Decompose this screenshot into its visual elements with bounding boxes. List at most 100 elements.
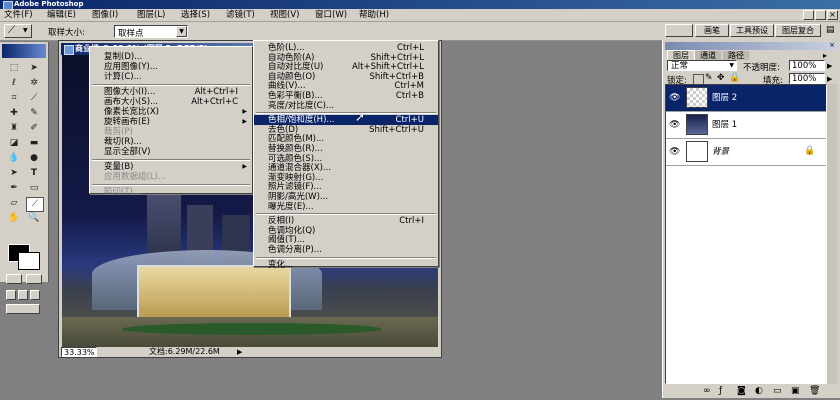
blend-mode-select[interactable]: 正常 ▼: [667, 60, 737, 71]
menu-item[interactable]: 裁切(R)...: [90, 137, 252, 147]
screen-mode-menu-icon[interactable]: [18, 290, 28, 300]
palette-well-grip[interactable]: [665, 24, 693, 37]
gradient-tool-icon[interactable]: ▬: [26, 137, 42, 150]
palette-well-icon[interactable]: ▤: [826, 25, 838, 36]
menu-item[interactable]: 阈值(T)...: [254, 235, 438, 245]
menu-item[interactable]: 替换颜色(R)...: [254, 144, 438, 154]
add-mask-icon[interactable]: ◙: [737, 386, 746, 396]
layer-row-background[interactable]: 👁 背景 🔒: [666, 139, 826, 166]
delete-layer-icon[interactable]: 🗑: [809, 386, 820, 396]
eyedropper-tool-icon[interactable]: ⟋: [26, 197, 44, 212]
menu-item[interactable]: 亮度/对比度(C)...: [254, 101, 438, 111]
layer-row-layer-1[interactable]: 👁 图层 1: [666, 112, 826, 139]
status-arrow-icon[interactable]: ▶: [237, 347, 242, 357]
menu-item[interactable]: 反相(I) Ctrl+I: [254, 216, 438, 226]
menu-item[interactable]: 通道混合器(X)...: [254, 163, 438, 173]
menu-item[interactable]: 应用图像(Y)...: [90, 62, 252, 72]
lock-pixels-icon[interactable]: ✎: [705, 73, 713, 83]
menu-item[interactable]: 复制(D)...: [90, 52, 252, 62]
menu-item[interactable]: 变量(B) ▶: [90, 162, 252, 172]
zoom-level-field[interactable]: 33.33%: [61, 347, 97, 357]
menu-view[interactable]: 视图(V): [270, 9, 299, 21]
menu-item[interactable]: 色彩平衡(B)... Ctrl+B: [254, 91, 438, 101]
slice-tool-icon[interactable]: ⟋: [26, 92, 42, 105]
menu-item[interactable]: 陷印(T)...: [90, 187, 252, 197]
menu-item[interactable]: 照片滤镜(F)...: [254, 182, 438, 192]
menu-item[interactable]: 变化...: [254, 260, 438, 270]
menu-item[interactable]: 裁剪(P): [90, 127, 252, 137]
menu-file[interactable]: 文件(F): [4, 9, 33, 21]
menu-layer[interactable]: 图层(L): [137, 9, 165, 21]
tool-preset-picker[interactable]: ⟋ ▼: [4, 24, 32, 38]
dodge-tool-icon[interactable]: ●: [26, 152, 42, 165]
background-color-swatch[interactable]: [18, 252, 40, 270]
layers-scrollbar[interactable]: [827, 84, 837, 384]
palette-menu-icon[interactable]: ▸: [823, 51, 827, 60]
screen-mode-full-icon[interactable]: [30, 290, 40, 300]
lock-position-icon[interactable]: ✥: [717, 73, 725, 83]
menu-item[interactable]: 应用数据组(L)...: [90, 172, 252, 182]
menu-item[interactable]: 色调分离(P)...: [254, 245, 438, 255]
lasso-tool-icon[interactable]: ℓ: [6, 77, 22, 90]
layer-row-layer-2[interactable]: 👁 图层 2: [666, 85, 826, 112]
history-brush-icon[interactable]: ✐: [26, 122, 42, 135]
chevron-down-icon[interactable]: ▼: [176, 26, 187, 37]
menu-image[interactable]: 图像(I): [92, 9, 118, 21]
healing-brush-icon[interactable]: ✚: [6, 107, 22, 120]
brush-tool-icon[interactable]: ✎: [26, 107, 42, 120]
zoom-tool-icon[interactable]: 🔍: [26, 212, 42, 225]
tab-channels[interactable]: 通道: [695, 51, 721, 60]
tab-paths[interactable]: 路径: [723, 51, 749, 60]
menu-item[interactable]: 自动对比度(U) Alt+Shift+Ctrl+L: [254, 62, 438, 72]
palette-title-bar[interactable]: ×: [665, 41, 837, 50]
menu-item[interactable]: 匹配颜色(M)...: [254, 134, 438, 144]
marquee-tool-icon[interactable]: ⬚: [6, 62, 22, 75]
shape-tool-icon[interactable]: ▭: [26, 182, 42, 195]
maximize-app-button[interactable]: [815, 10, 826, 20]
type-tool-icon[interactable]: T: [26, 167, 42, 180]
opacity-field[interactable]: 100%: [789, 60, 825, 71]
menu-item[interactable]: 色阶(L)... Ctrl+L: [254, 43, 438, 53]
fill-slider-arrow-icon[interactable]: ▶: [827, 75, 832, 83]
close-app-button[interactable]: ×: [827, 10, 838, 20]
menu-select[interactable]: 选择(S): [181, 9, 210, 21]
menu-item[interactable]: 曲线(V)... Ctrl+M: [254, 81, 438, 91]
layer-style-icon[interactable]: ƒ: [719, 386, 722, 396]
menu-item[interactable]: 显示全部(V): [90, 147, 252, 157]
menu-item[interactable]: 色相/饱和度(H)... Ctrl+U: [254, 115, 438, 126]
eye-icon[interactable]: 👁: [669, 120, 681, 130]
hand-tool-icon[interactable]: ✋: [6, 212, 22, 225]
menu-item[interactable]: 曝光度(E)...: [254, 202, 438, 212]
menu-item[interactable]: 旋转画布(E) ▶: [90, 117, 252, 127]
link-layers-icon[interactable]: ∞: [703, 386, 711, 396]
new-group-icon[interactable]: ▭: [773, 386, 782, 396]
lock-all-icon[interactable]: 🔒: [729, 73, 740, 83]
minimize-app-button[interactable]: [803, 10, 814, 20]
jump-to-imageready-icon[interactable]: [6, 304, 40, 314]
menu-item[interactable]: 画布大小(S)... Alt+Ctrl+C: [90, 97, 252, 107]
notes-tool-icon[interactable]: ▱: [6, 197, 22, 210]
menu-filter[interactable]: 滤镜(T): [226, 9, 255, 21]
blur-tool-icon[interactable]: 💧: [6, 152, 22, 165]
sample-size-select[interactable]: 取样点 ▼: [114, 25, 188, 39]
opacity-slider-arrow-icon[interactable]: ▶: [827, 62, 832, 70]
eraser-tool-icon[interactable]: ◪: [6, 137, 22, 150]
menu-item[interactable]: 图像大小(I)... Alt+Ctrl+I: [90, 87, 252, 97]
fill-field[interactable]: 100%: [789, 73, 825, 84]
magic-wand-icon[interactable]: ✲: [26, 77, 42, 90]
adjustment-layer-icon[interactable]: ◐: [755, 386, 763, 396]
pen-tool-icon[interactable]: ✒: [6, 182, 22, 195]
standard-mode-icon[interactable]: [6, 274, 22, 284]
menu-edit[interactable]: 编辑(E): [47, 9, 76, 21]
menu-item[interactable]: 计算(C)...: [90, 72, 252, 82]
menu-help[interactable]: 帮助(H): [359, 9, 389, 21]
menu-item[interactable]: 像素长宽比(X) ▶: [90, 107, 252, 117]
quick-mask-icon[interactable]: [26, 274, 42, 284]
path-select-icon[interactable]: ➤: [6, 167, 22, 180]
crop-tool-icon[interactable]: ⌗: [6, 92, 22, 105]
tab-layer-comps[interactable]: 图层复合: [775, 24, 821, 37]
eye-icon[interactable]: 👁: [669, 93, 681, 103]
menu-item[interactable]: 阴影/高光(W)...: [254, 192, 438, 202]
move-tool-icon[interactable]: ➤: [26, 62, 42, 75]
tab-tool-presets[interactable]: 工具预设: [730, 24, 774, 37]
